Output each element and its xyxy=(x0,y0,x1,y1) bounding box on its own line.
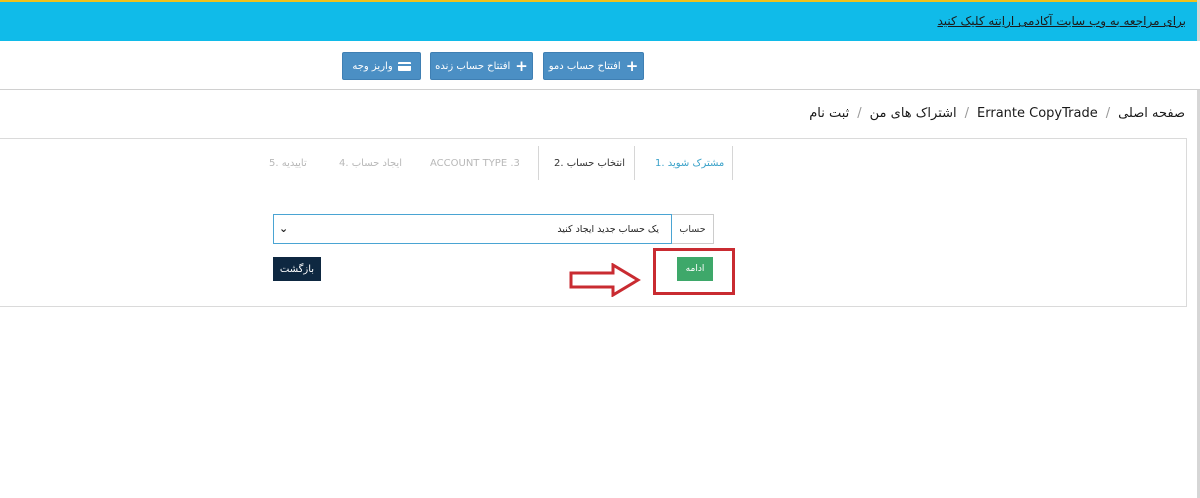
deposit-label: واریز وجه xyxy=(352,60,393,72)
step-create-account: ایجاد حساب .4 xyxy=(339,158,402,169)
breadcrumb: صفحه اصلی / Errante CopyTrade / اشتراک ه… xyxy=(809,106,1185,121)
account-addon-label: حساب xyxy=(672,214,714,244)
open-demo-account-label: افتتاح حساب دمو xyxy=(548,60,621,72)
step-divider xyxy=(732,146,733,180)
plus-icon: + xyxy=(515,56,528,75)
plus-icon: + xyxy=(625,56,639,75)
open-live-account-button[interactable]: + افتتاح حساب زنده xyxy=(430,52,533,80)
breadcrumb-separator: / xyxy=(1105,106,1111,121)
breadcrumb-separator: / xyxy=(964,106,970,121)
top-banner: برای مراجعه به وب سایت آکادمی اراِنته کل… xyxy=(0,0,1200,41)
breadcrumb-separator: / xyxy=(857,106,862,121)
annotation-highlight-box xyxy=(653,248,735,295)
deposit-button[interactable]: واریز وجه xyxy=(342,52,421,80)
annotation-arrow-icon xyxy=(569,263,641,297)
breadcrumb-home[interactable]: صفحه اصلی xyxy=(1118,106,1185,121)
account-select-group: یک حساب جدید ایجاد کنید ⌄ حساب xyxy=(273,214,714,244)
step-choose-account[interactable]: انتخاب حساب .2 xyxy=(554,158,625,169)
step-subscribe[interactable]: مشترک شوید .1 xyxy=(655,158,724,169)
step-confirmation: تاییدیه .5 xyxy=(269,158,307,169)
step-account-type: ACCOUNT TYPE .3 xyxy=(430,158,520,169)
step-divider xyxy=(538,146,539,180)
breadcrumb-copytrade[interactable]: Errante CopyTrade xyxy=(977,106,1098,121)
open-demo-account-button[interactable]: + افتتاح حساب دمو xyxy=(543,52,644,80)
open-live-account-label: افتتاح حساب زنده xyxy=(435,60,511,72)
chevron-down-icon: ⌄ xyxy=(279,222,289,235)
account-select[interactable]: یک حساب جدید ایجاد کنید ⌄ xyxy=(273,214,672,244)
toolbar: + افتتاح حساب دمو + افتتاح حساب زنده وار… xyxy=(0,41,1200,90)
academy-link[interactable]: برای مراجعه به وب سایت آکادمی اراِنته کل… xyxy=(937,14,1186,28)
back-button[interactable]: بازگشت xyxy=(273,257,321,281)
step-divider xyxy=(634,146,635,180)
breadcrumb-subscriptions[interactable]: اشتراک های من xyxy=(870,106,957,121)
credit-card-icon xyxy=(397,61,411,71)
account-select-value: یک حساب جدید ایجاد کنید xyxy=(557,224,659,235)
breadcrumb-current: ثبت نام xyxy=(809,106,850,121)
